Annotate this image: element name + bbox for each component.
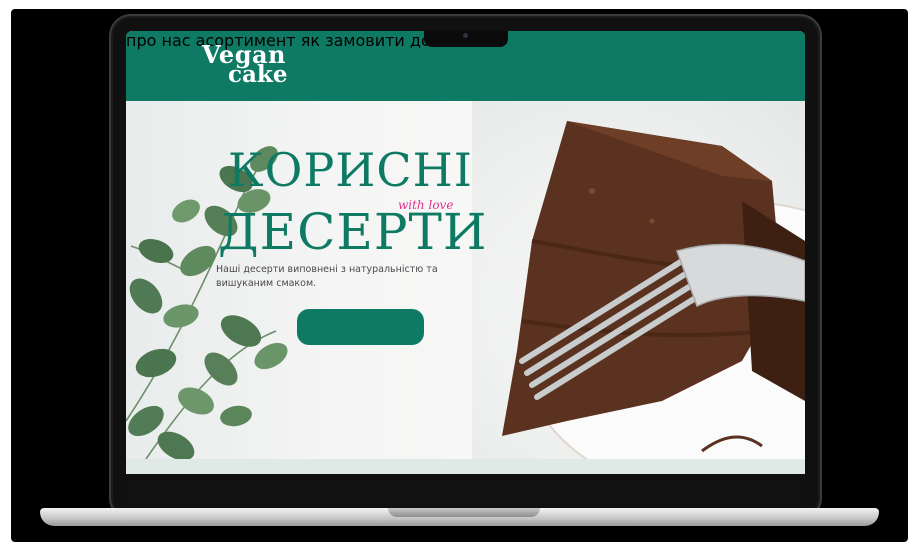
fork-icon <box>519 243 805 400</box>
hero-title-line1: КОРИСНІ <box>228 143 473 197</box>
camera-icon <box>463 33 468 38</box>
bottom-strip <box>126 459 805 474</box>
cta-button[interactable] <box>297 309 424 345</box>
laptop-base-notch <box>388 508 540 517</box>
logo-line2: cake <box>228 61 288 88</box>
hero-right-panel <box>472 101 805 459</box>
nav-item-about[interactable]: про нас <box>126 31 191 50</box>
logo[interactable]: Vegan cake <box>202 43 288 88</box>
screen-bezel <box>126 474 805 504</box>
hero-subtitle: Наші десерти виповнені з натуральністю т… <box>216 264 438 289</box>
nav-item-how-to-order[interactable]: як замовити <box>301 31 405 50</box>
hero-tagline: with love <box>398 198 454 212</box>
